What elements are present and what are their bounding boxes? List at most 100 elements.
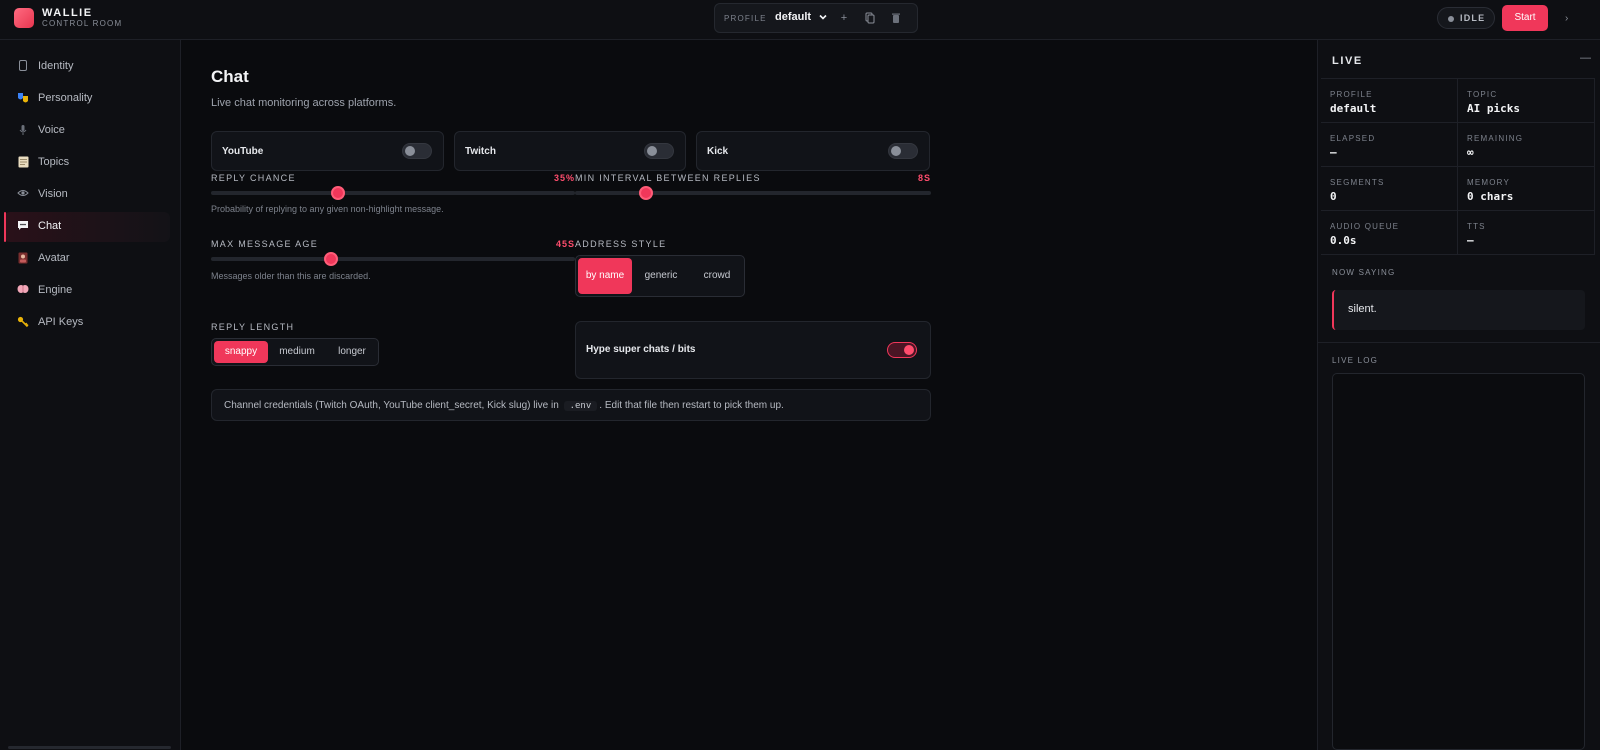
platform-card-youtube: YouTube (211, 131, 444, 171)
sidebar-item-identity[interactable]: Identity (4, 52, 170, 82)
sidebar-item-label: API Keys (38, 316, 84, 328)
note-text-after: . Edit that file then restart to pick th… (599, 400, 784, 411)
sidebar-item-voice[interactable]: Voice (4, 116, 170, 146)
microphone-icon (16, 124, 30, 138)
duplicate-profile-icon[interactable] (864, 12, 876, 27)
reply-length-label: REPLY LENGTH (211, 322, 295, 332)
sidebar-item-engine[interactable]: Engine (4, 276, 170, 306)
stat-key: PROFILE (1330, 90, 1373, 99)
stat-key: REMAINING (1467, 134, 1524, 143)
sidebar-item-label: Vision (38, 188, 68, 200)
stat-key: MEMORY (1467, 178, 1511, 187)
stat-value: — (1330, 146, 1337, 159)
sidebar-item-label: Chat (38, 220, 62, 232)
address-style-by-name[interactable]: by name (578, 258, 632, 294)
start-button[interactable]: Start (1502, 5, 1548, 31)
profile-label: PROFILE (724, 14, 767, 23)
max-age-label: MAX MESSAGE AGE (211, 239, 319, 249)
divider (1318, 342, 1600, 343)
sidebar-scrollbar[interactable] (8, 746, 171, 749)
sidebar-item-label: Topics (38, 156, 70, 168)
stat-tts: TTS — (1458, 211, 1595, 255)
sidebar-item-topics[interactable]: Topics (4, 148, 170, 178)
platform-name: Kick (707, 146, 729, 157)
stat-value: AI picks (1467, 102, 1520, 115)
status-text: IDLE (1460, 13, 1486, 23)
slider-thumb[interactable] (331, 186, 346, 200)
min-interval-slider[interactable] (575, 186, 931, 200)
twitch-toggle[interactable] (644, 143, 674, 159)
env-file-code: .env (563, 401, 598, 411)
hype-label: Hype super chats / bits (586, 344, 696, 355)
reply-length-snappy[interactable]: snappy (214, 341, 268, 363)
max-age-value: 45S (555, 239, 575, 249)
max-age-hint: Messages older than this are discarded. (211, 271, 371, 281)
credentials-note: Channel credentials (Twitch OAuth, YouTu… (211, 389, 931, 421)
reply-length-segmented: snappy medium longer (211, 338, 379, 366)
collapse-icon[interactable]: — (1580, 52, 1591, 64)
stat-value: 0.0s (1330, 234, 1357, 247)
stat-memory: MEMORY 0 chars (1458, 167, 1595, 211)
live-log-label: LIVE LOG (1332, 356, 1379, 365)
app-subtitle: CONTROL ROOM (42, 19, 123, 28)
sidebar-item-label: Avatar (38, 252, 70, 264)
chevron-right-icon[interactable]: › (1565, 13, 1568, 24)
delete-profile-icon[interactable] (890, 12, 902, 27)
live-panel: LIVE — PROFILE default TOPIC AI picks EL… (1317, 40, 1600, 750)
add-profile-icon[interactable]: + (838, 12, 850, 24)
sidebar-item-personality[interactable]: Personality (4, 84, 170, 114)
live-stats-grid: PROFILE default TOPIC AI picks ELAPSED —… (1321, 78, 1595, 255)
toggle-knob (904, 345, 914, 355)
note-text: Channel credentials (Twitch OAuth, YouTu… (224, 400, 784, 411)
sidebar-item-vision[interactable]: Vision (4, 180, 170, 210)
reply-length-longer[interactable]: longer (326, 341, 378, 363)
key-icon (16, 316, 30, 330)
logo-icon (14, 8, 34, 28)
reply-length-medium[interactable]: medium (269, 341, 325, 363)
sidebar-item-label: Engine (38, 284, 73, 296)
page-subtitle: Live chat monitoring across platforms. (211, 97, 397, 109)
stat-profile: PROFILE default (1321, 79, 1458, 123)
toggle-knob (405, 146, 415, 156)
platform-name: YouTube (222, 146, 264, 157)
max-age-slider[interactable] (211, 252, 575, 266)
sidebar-item-chat[interactable]: Chat (4, 212, 170, 242)
kick-toggle[interactable] (888, 143, 918, 159)
top-bar: WALLIE CONTROL ROOM PROFILE default + ID… (0, 0, 1600, 40)
now-saying-label: NOW SAYING (1332, 268, 1396, 277)
portrait-icon (16, 252, 30, 266)
stat-value: ∞ (1467, 146, 1474, 159)
sidebar-item-label: Identity (38, 60, 74, 72)
reply-chance-hint: Probability of replying to any given non… (211, 204, 444, 214)
sidebar-item-avatar[interactable]: Avatar (4, 244, 170, 274)
page-title: Chat (211, 67, 249, 86)
min-interval-value: 8S (917, 173, 931, 183)
toggle-knob (647, 146, 657, 156)
address-style-segmented: by name generic crowd (575, 255, 745, 297)
sidebar: Identity Personality Voice Topics Vision… (0, 40, 181, 750)
chevron-down-icon[interactable] (818, 12, 828, 22)
stat-audio-queue: AUDIO QUEUE 0.0s (1321, 211, 1458, 255)
theater-masks-icon (16, 92, 30, 106)
stat-key: ELAPSED (1330, 134, 1376, 143)
stat-key: SEGMENTS (1330, 178, 1385, 187)
sidebar-item-api-keys[interactable]: API Keys (4, 308, 170, 338)
stat-segments: SEGMENTS 0 (1321, 167, 1458, 211)
stat-value: 0 (1330, 190, 1337, 203)
min-interval-label: MIN INTERVAL BETWEEN REPLIES (575, 173, 761, 183)
youtube-toggle[interactable] (402, 143, 432, 159)
reply-chance-slider[interactable] (211, 186, 575, 200)
address-style-crowd[interactable]: crowd (690, 258, 744, 294)
hype-toggle[interactable] (887, 342, 917, 358)
address-style-label: ADDRESS STYLE (575, 239, 667, 249)
slider-thumb[interactable] (324, 252, 339, 266)
live-log[interactable] (1332, 373, 1585, 750)
platform-card-twitch: Twitch (454, 131, 686, 171)
reply-chance-label: REPLY CHANCE (211, 173, 296, 183)
slider-thumb[interactable] (639, 186, 654, 200)
profile-select[interactable]: default (775, 11, 811, 23)
note-text-before: Channel credentials (Twitch OAuth, YouTu… (224, 400, 559, 411)
address-style-generic[interactable]: generic (633, 258, 689, 294)
stat-value: default (1330, 102, 1377, 115)
status-dot (1448, 16, 1454, 22)
